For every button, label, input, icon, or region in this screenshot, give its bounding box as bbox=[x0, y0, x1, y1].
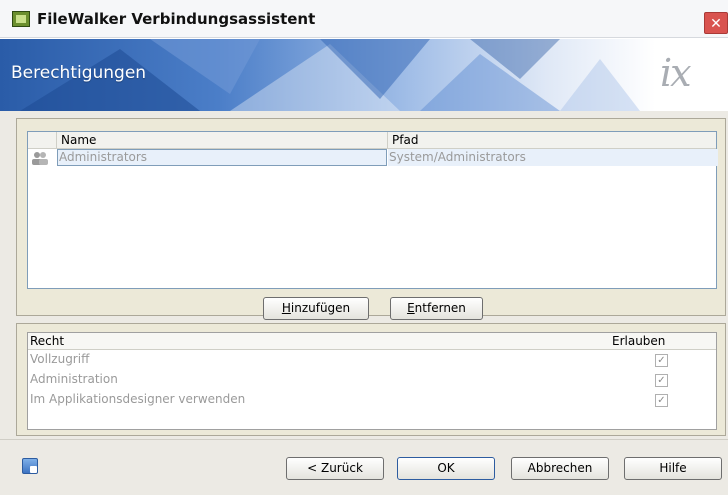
column-header-allow: Erlauben bbox=[612, 334, 666, 348]
right-label: Vollzugriff bbox=[30, 352, 90, 366]
help-button[interactable]: Hilfe bbox=[624, 457, 722, 480]
right-label: Im Applikationsdesigner verwenden bbox=[30, 392, 246, 406]
page-title: Berechtigungen bbox=[11, 63, 147, 83]
users-group-box: Name Pfad Administrators System/Administ… bbox=[16, 118, 726, 320]
remove-button-label: ntfernen bbox=[414, 301, 466, 315]
remove-button-mnemonic: E bbox=[407, 301, 415, 315]
column-header-right: Recht bbox=[30, 334, 65, 348]
app-icon bbox=[12, 11, 30, 27]
add-button-mnemonic: H bbox=[281, 301, 291, 315]
column-header-path[interactable]: Pfad bbox=[388, 132, 718, 149]
remove-button[interactable]: Entfernen bbox=[390, 297, 483, 320]
header-banner: Berechtigungen ix bbox=[0, 39, 728, 111]
users-group-icon bbox=[32, 152, 48, 165]
window-title: FileWalker Verbindungsassistent bbox=[37, 10, 316, 28]
add-button-label: inzufügen bbox=[290, 301, 351, 315]
close-button[interactable]: ✕ bbox=[704, 12, 728, 34]
allow-checkbox[interactable]: ✓ bbox=[655, 374, 668, 387]
column-header-name[interactable]: Name bbox=[57, 132, 388, 149]
title-bar: FileWalker Verbindungsassistent ✕ bbox=[0, 0, 728, 38]
dialog-footer: < Zurück OK Abbrechen Hilfe bbox=[0, 439, 728, 495]
users-list[interactable]: Name Pfad Administrators System/Administ… bbox=[27, 131, 718, 289]
content-area: Name Pfad Administrators System/Administ… bbox=[0, 111, 728, 495]
rights-row: Vollzugriff ✓ bbox=[28, 351, 716, 371]
ok-button[interactable]: OK bbox=[397, 457, 495, 480]
user-name-cell: Administrators bbox=[59, 150, 148, 164]
ix-logo: ix bbox=[660, 51, 692, 95]
header-icon-column bbox=[28, 132, 57, 149]
add-button[interactable]: Hinzufügen bbox=[263, 297, 369, 320]
rights-row: Administration ✓ bbox=[28, 371, 716, 391]
table-row[interactable]: Administrators System/Administrators bbox=[28, 149, 718, 167]
rights-list-header: Recht Erlauben bbox=[28, 333, 716, 350]
help-window-icon[interactable] bbox=[22, 458, 38, 474]
cancel-button[interactable]: Abbrechen bbox=[511, 457, 609, 480]
rights-group-box: Recht Erlauben Vollzugriff ✓ Administrat… bbox=[16, 323, 726, 436]
allow-checkbox[interactable]: ✓ bbox=[655, 394, 668, 407]
user-path-cell: System/Administrators bbox=[389, 150, 526, 164]
rights-list[interactable]: Recht Erlauben Vollzugriff ✓ Administrat… bbox=[27, 332, 717, 430]
users-list-header: Name Pfad bbox=[28, 132, 716, 149]
back-button[interactable]: < Zurück bbox=[286, 457, 384, 480]
allow-checkbox[interactable]: ✓ bbox=[655, 354, 668, 367]
rights-row: Im Applikationsdesigner verwenden ✓ bbox=[28, 391, 716, 411]
right-label: Administration bbox=[30, 372, 118, 386]
